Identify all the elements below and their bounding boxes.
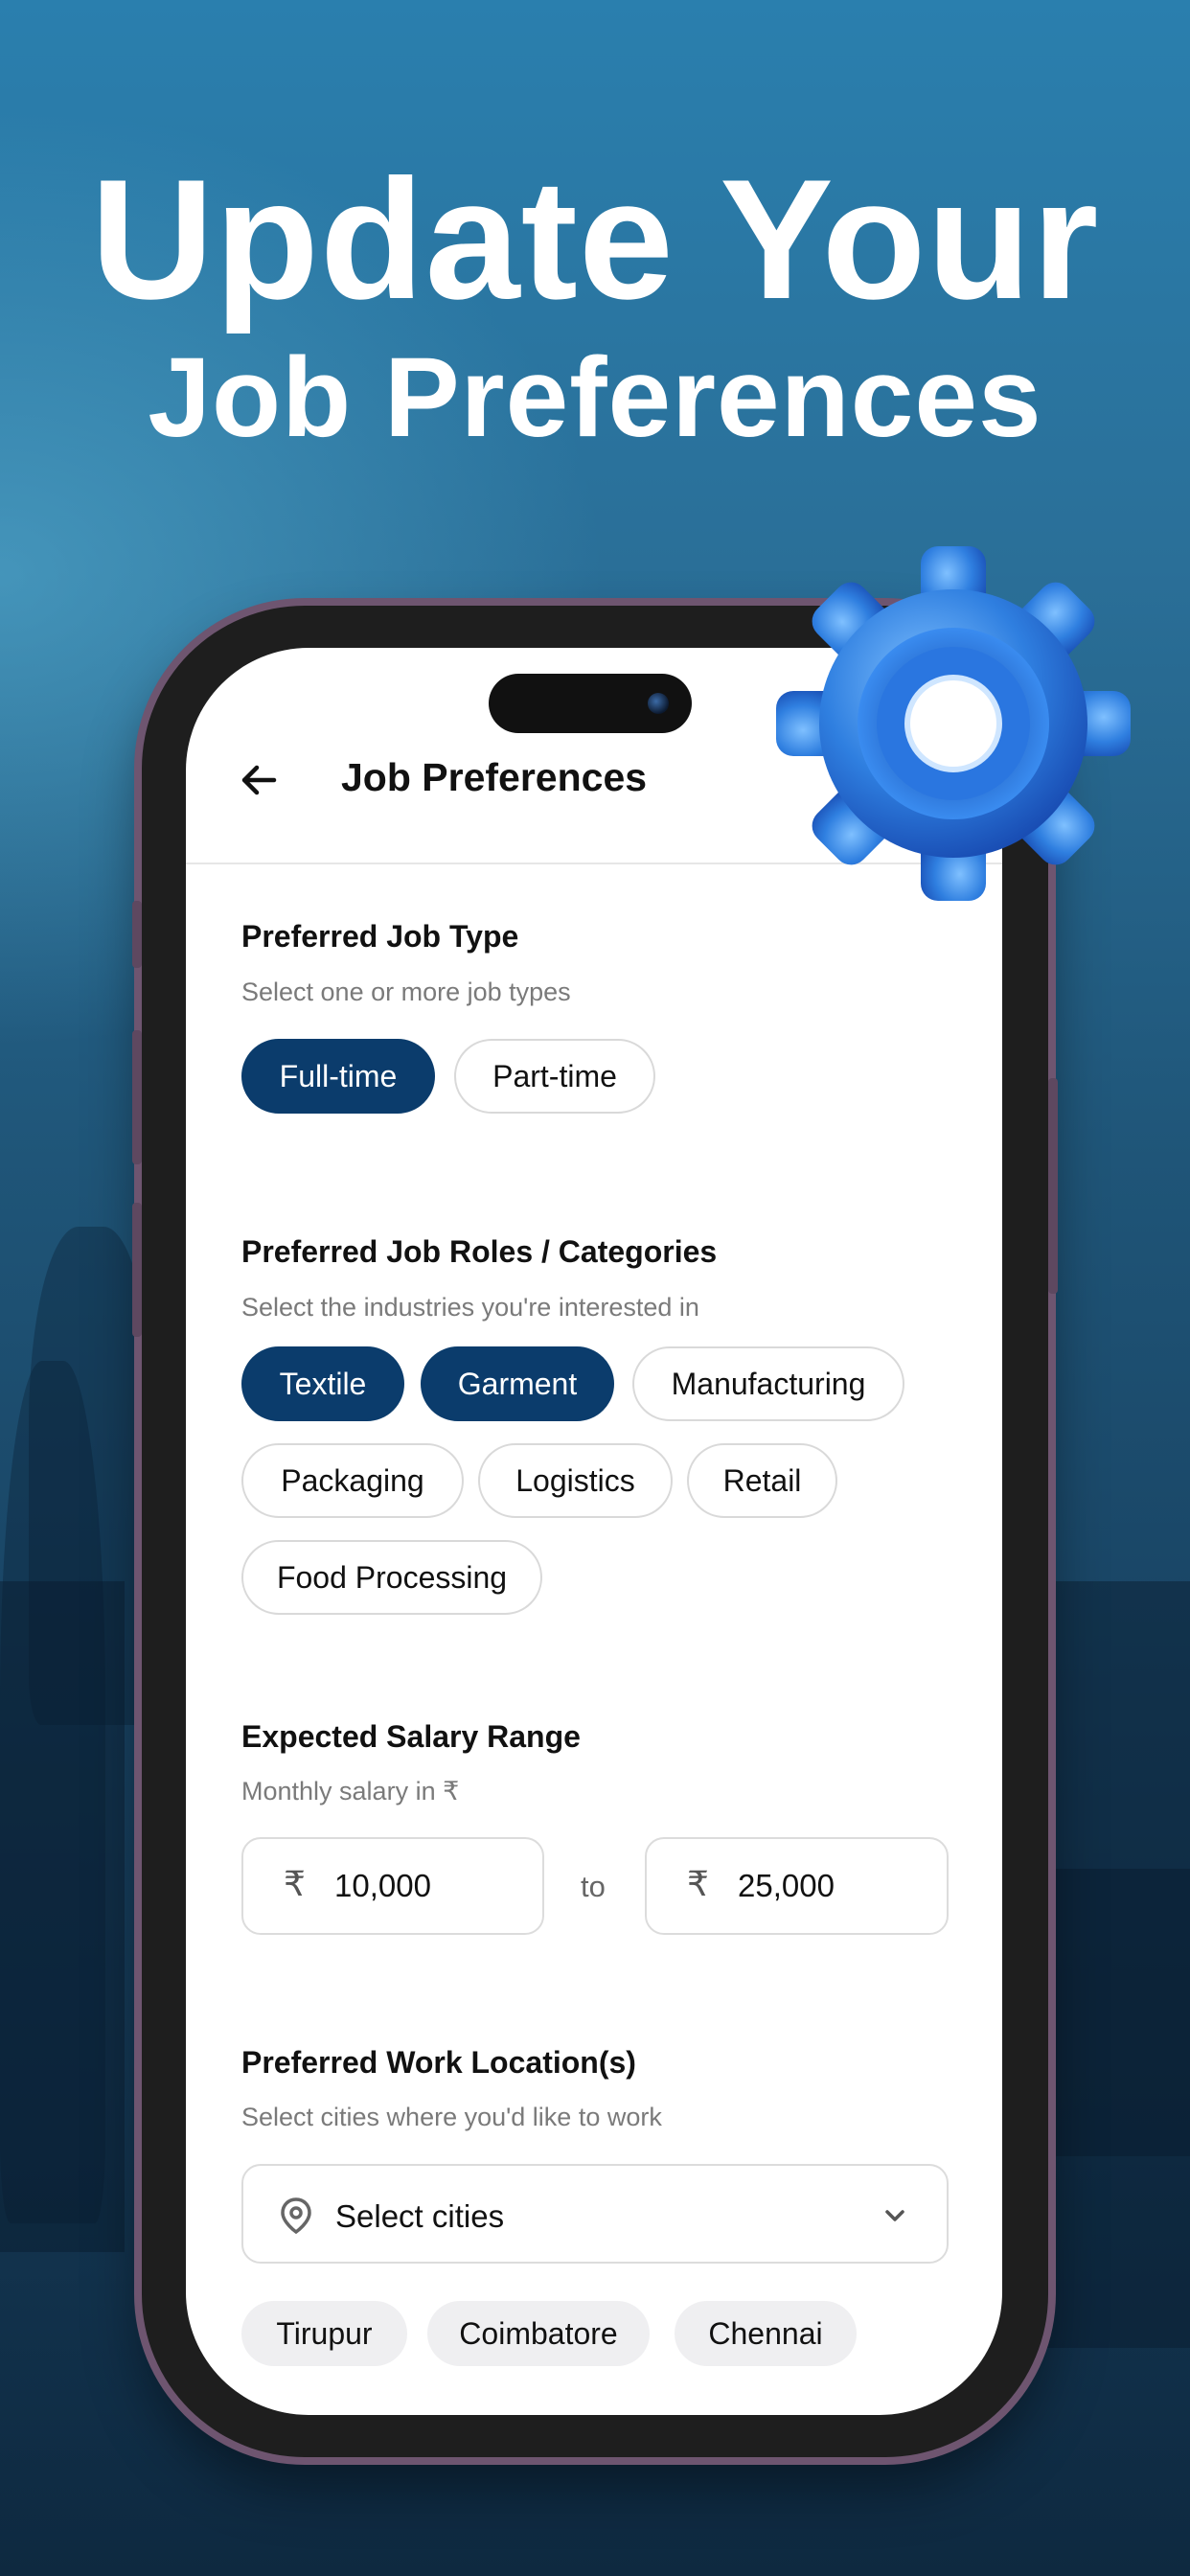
city-chip-tirupur[interactable]: Tirupur [241,2301,407,2366]
chip-food-processing[interactable]: Food Processing [241,1540,542,1615]
city-chip-chennai[interactable]: Chennai [675,2301,857,2366]
back-arrow-icon[interactable] [236,757,282,803]
roles-title: Preferred Job Roles / Categories [241,1234,718,1269]
background-building [1044,1869,1190,2348]
phone-screen: Job Preferences Preferred Job Type Selec… [186,648,1002,2415]
max-salary-value: 25,000 [738,1868,835,1903]
chip-part-time[interactable]: Part-time [454,1039,655,1114]
select-cities-dropdown[interactable]: Select cities [241,2164,949,2264]
phone-side-button [132,901,142,968]
job-type-subtitle: Select one or more job types [241,978,571,1006]
rupee-icon: ₹ [284,1864,306,1903]
location-pin-icon [281,2197,311,2235]
rupee-icon: ₹ [687,1864,709,1903]
chip-retail[interactable]: Retail [687,1443,837,1518]
chip-manufacturing[interactable]: Manufacturing [632,1346,904,1421]
chip-packaging[interactable]: Packaging [241,1443,464,1518]
gear-icon [776,546,1131,901]
chevron-down-icon [885,2210,904,2221]
min-salary-input[interactable]: ₹ 10,000 [241,1837,544,1935]
chip-textile[interactable]: Textile [241,1346,404,1421]
phone-side-button [1048,1078,1058,1294]
headline-line-2: Job Preferences [148,334,1042,461]
chip-logistics[interactable]: Logistics [478,1443,673,1518]
location-title: Preferred Work Location(s) [241,2045,636,2080]
min-salary-value: 10,000 [334,1868,431,1903]
salary-to-label: to [581,1870,606,1903]
select-cities-placeholder: Select cities [335,2198,505,2234]
chip-full-time[interactable]: Full-time [241,1039,435,1114]
chip-garment[interactable]: Garment [421,1346,614,1421]
front-camera-icon [648,693,669,714]
roles-subtitle: Select the industries you're interested … [241,1293,699,1322]
page-title: Job Preferences [341,755,648,799]
background-building [0,1581,125,2252]
phone-side-button [132,1203,142,1337]
job-type-title: Preferred Job Type [241,919,519,954]
salary-subtitle: Monthly salary in ₹ [241,1777,460,1806]
headline-line-1: Update Your [90,144,1100,334]
dynamic-island [489,674,692,733]
max-salary-input[interactable]: ₹ 25,000 [645,1837,949,1935]
salary-title: Expected Salary Range [241,1719,581,1754]
location-subtitle: Select cities where you'd like to work [241,2103,662,2131]
city-chip-coimbatore[interactable]: Coimbatore [427,2301,650,2366]
phone-side-button [132,1030,142,1164]
